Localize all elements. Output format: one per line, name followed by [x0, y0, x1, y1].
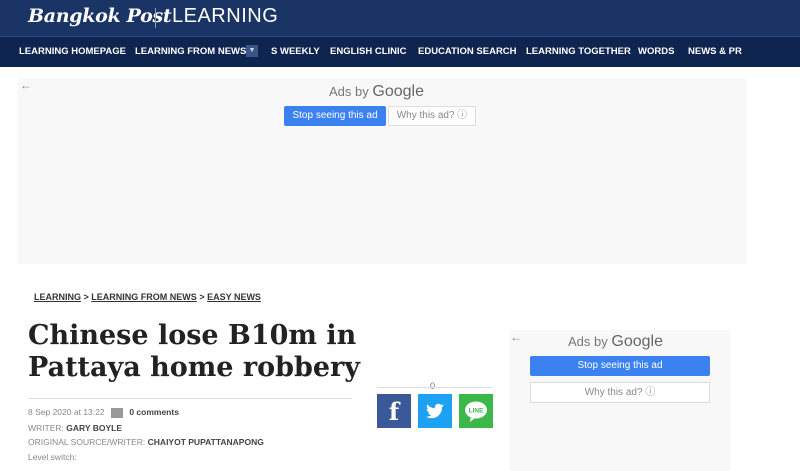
nav-learning-together[interactable]: LEARNING TOGETHER: [526, 46, 631, 57]
article-source-line: ORIGINAL SOURCE/WRITER: CHAIYOT PUPATTAN…: [28, 437, 264, 447]
site-header: Bangkok Post LEARNING: [0, 0, 800, 36]
ads-by-google-label: Ads by Google: [568, 333, 663, 351]
nav-education-search[interactable]: EDUCATION SEARCH: [418, 46, 517, 57]
back-arrow-icon[interactable]: ←: [510, 330, 522, 344]
nav-english-clinic[interactable]: ENGLISH CLINIC: [330, 46, 407, 57]
twitter-share-button[interactable]: [418, 394, 452, 428]
chevron-down-icon[interactable]: ▼: [246, 45, 258, 57]
article-writer-line: WRITER: GARY BOYLE: [28, 423, 122, 433]
source-label: ORIGINAL SOURCE/WRITER:: [28, 437, 146, 447]
nav-s-weekly[interactable]: S WEEKLY: [271, 46, 320, 57]
breadcrumb-easy-news[interactable]: EASY NEWS: [207, 292, 261, 302]
facebook-icon: f: [388, 397, 400, 426]
writer-name: GARY BOYLE: [66, 423, 122, 433]
site-logo[interactable]: Bangkok Post: [28, 5, 172, 27]
share-count: 0: [430, 381, 436, 391]
line-icon: LINE: [465, 401, 487, 422]
ads-by-text: Ads by: [329, 84, 369, 99]
header-divider: [155, 8, 156, 28]
breadcrumb: LEARNING > LEARNING FROM NEWS > EASY NEW…: [34, 292, 261, 302]
why-this-ad-button[interactable]: Why this ad? ⓘ: [388, 106, 476, 126]
google-text: Google: [372, 83, 424, 100]
comment-icon[interactable]: [110, 407, 123, 418]
ads-by-text: Ads by: [568, 334, 608, 349]
why-this-ad-button[interactable]: Why this ad? ⓘ: [530, 382, 710, 403]
back-arrow-icon[interactable]: ←: [20, 78, 32, 92]
stop-seeing-ad-button[interactable]: Stop seeing this ad: [284, 106, 386, 126]
writer-label: WRITER:: [28, 423, 64, 433]
share-divider: [377, 387, 493, 388]
breadcrumb-learning[interactable]: LEARNING: [34, 292, 81, 302]
level-switch-label: Level switch:: [28, 452, 77, 462]
line-share-button[interactable]: LINE: [459, 394, 493, 428]
article-title: Chinese lose B10m in Pattaya home robber…: [28, 320, 360, 383]
title-divider: [28, 398, 352, 399]
ads-by-google-label: Ads by Google: [329, 83, 424, 101]
comments-link[interactable]: 0 comments: [129, 407, 179, 417]
breadcrumb-learning-from-news[interactable]: LEARNING FROM NEWS: [91, 292, 197, 302]
article-date-line: 8 Sep 2020 at 13:22 0 comments: [28, 407, 179, 418]
section-title[interactable]: LEARNING: [172, 5, 278, 28]
main-nav: LEARNING HOMEPAGE LEARNING FROM NEWS ▼ S…: [0, 36, 800, 67]
side-ad-banner: ← Ads by Google Stop seeing this ad Why …: [510, 330, 730, 471]
facebook-share-button[interactable]: f: [377, 394, 411, 428]
source-name: CHAIYOT PUPATTANAPONG: [147, 437, 264, 447]
nav-learning-homepage[interactable]: LEARNING HOMEPAGE: [19, 46, 126, 57]
nav-learning-from-news[interactable]: LEARNING FROM NEWS: [135, 46, 246, 57]
nav-news-pr[interactable]: NEWS & PR: [688, 46, 742, 57]
breadcrumb-separator: >: [83, 292, 89, 302]
breadcrumb-separator: >: [199, 292, 205, 302]
top-ad-banner: ← Ads by Google Stop seeing this ad Why …: [18, 78, 746, 264]
stop-seeing-ad-button[interactable]: Stop seeing this ad: [530, 356, 710, 376]
twitter-icon: [425, 403, 444, 419]
line-icon-label: LINE: [469, 408, 484, 415]
nav-words[interactable]: WORDS: [638, 46, 674, 57]
article-date: 8 Sep 2020 at 13:22: [28, 407, 105, 417]
google-text: Google: [611, 333, 663, 350]
